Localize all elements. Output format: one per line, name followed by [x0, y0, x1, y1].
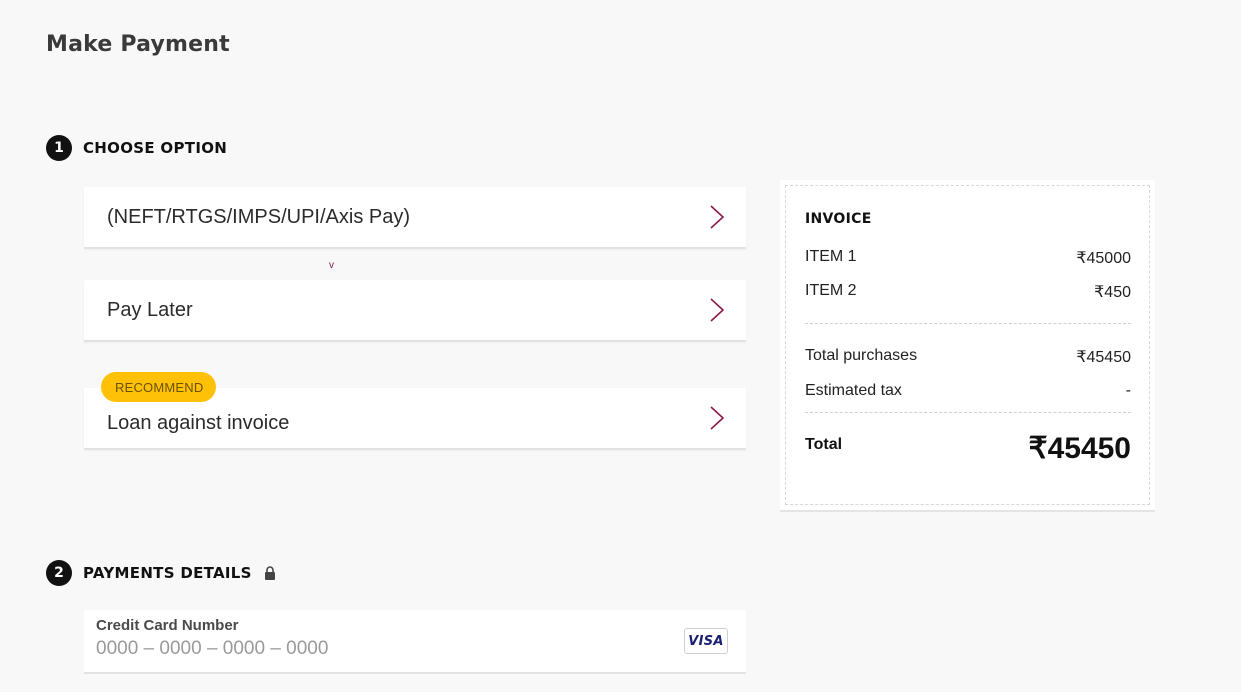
chevron-right-icon	[708, 297, 726, 323]
step-1-label: CHOOSE OPTION	[83, 139, 228, 157]
visa-logo: VISA	[684, 628, 728, 654]
estimated-tax-value: -	[1125, 382, 1131, 399]
invoice-divider	[805, 412, 1131, 413]
invoice-title: INVOICE	[805, 211, 872, 227]
lock-icon	[264, 566, 276, 580]
step-2-header: 2 PAYMENTS DETAILS	[46, 560, 276, 586]
step-1-number: 1	[46, 135, 72, 161]
invoice-item-value: ₹45000	[1076, 250, 1131, 267]
chevron-right-icon	[708, 405, 726, 431]
invoice-inner: INVOICE ITEM 1 ₹45000 ITEM 2 ₹450 Total …	[785, 185, 1150, 505]
option-label: Pay Later	[107, 298, 193, 321]
invoice-item-label: ITEM 1	[805, 248, 857, 265]
recommend-badge: RECOMMEND	[101, 372, 217, 402]
total-label: Total	[805, 436, 843, 453]
total-value: ₹45450	[1028, 432, 1131, 465]
option-bank-transfer[interactable]: (NEFT/RTGS/IMPS/UPI/Axis Pay)	[84, 187, 746, 249]
credit-card-label: Credit Card Number	[96, 617, 239, 634]
invoice-card: INVOICE ITEM 1 ₹45000 ITEM 2 ₹450 Total …	[780, 180, 1155, 512]
credit-card-field: Credit Card Number VISA	[84, 610, 746, 674]
invoice-item-value: ₹450	[1094, 284, 1131, 301]
estimated-tax-label: Estimated tax	[805, 382, 902, 399]
step-1-header: 1 CHOOSE OPTION	[46, 135, 227, 161]
invoice-item-label: ITEM 2	[805, 282, 857, 299]
total-purchases-row: Total purchases ₹45450	[805, 347, 1131, 367]
option-label: (NEFT/RTGS/IMPS/UPI/Axis Pay)	[107, 205, 410, 228]
invoice-item-row: ITEM 1 ₹45000	[805, 248, 1131, 268]
estimated-tax-row: Estimated tax -	[805, 382, 1131, 400]
total-purchases-label: Total purchases	[805, 347, 918, 364]
chevron-right-icon	[708, 204, 726, 230]
total-purchases-value: ₹45450	[1076, 349, 1131, 366]
credit-card-input[interactable]	[96, 638, 576, 660]
option-pay-later[interactable]: Pay Later	[84, 280, 746, 342]
chevron-down-icon: v	[329, 260, 334, 271]
step-2-label: PAYMENTS DETAILS	[83, 564, 252, 582]
invoice-divider	[805, 323, 1131, 324]
page-title: Make Payment	[46, 32, 230, 57]
option-label: Loan against invoice	[107, 411, 290, 434]
step-2-number: 2	[46, 560, 72, 586]
invoice-item-row: ITEM 2 ₹450	[805, 282, 1131, 302]
